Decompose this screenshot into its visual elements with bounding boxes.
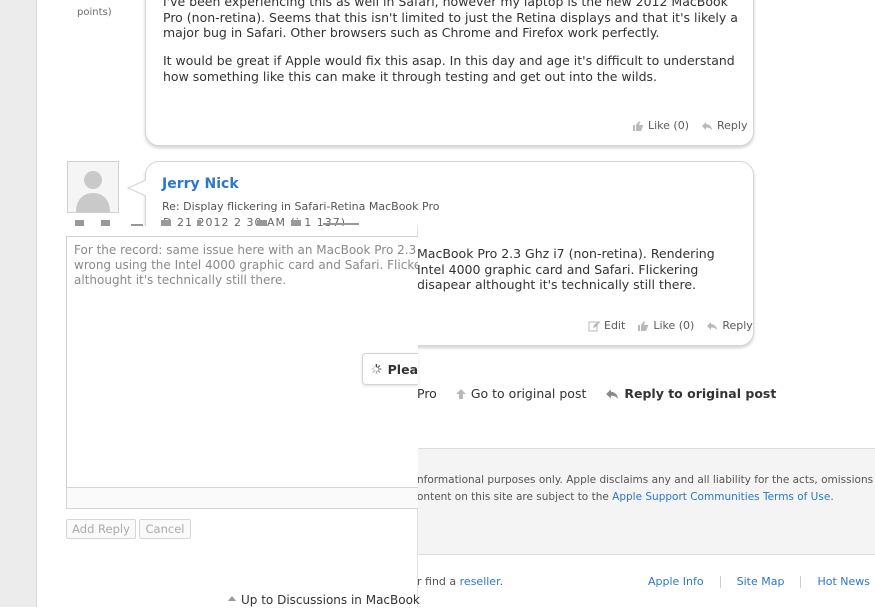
reply-subject: Re: Display flickering in Safari-Retina … — [162, 200, 440, 213]
reply-1-paragraph-2: It would be great if Apple would fix thi… — [163, 53, 735, 84]
default-avatar-icon — [76, 171, 110, 212]
arrow-up-icon — [455, 388, 466, 399]
like-label: Like (0) — [653, 319, 695, 332]
reply-2-actions: Edit Like (0) Reply — [588, 319, 753, 332]
edit-icon — [588, 320, 600, 331]
previous-link[interactable]: Pro — [417, 386, 437, 401]
reply-to-original-label: Reply to original post — [624, 386, 777, 401]
thread-navigation: Pro Go to original post Reply to origina… — [417, 386, 776, 401]
terms-suffix: . — [830, 491, 834, 503]
cancel-button[interactable]: Cancel — [139, 519, 191, 539]
reseller-link[interactable]: reseller — [460, 575, 500, 588]
author-name[interactable]: Jerry Nick — [162, 176, 239, 192]
reply-arrow-icon — [707, 321, 718, 330]
reply-1-actions: Like (0) Reply — [632, 119, 747, 132]
spinner-icon — [371, 363, 382, 375]
reply-1-paragraph-1: I've been experiencing this as well in S… — [163, 0, 738, 40]
reply-2-body: MacBook Pro 2.3 Ghz i7 (non-retina). Ren… — [417, 246, 715, 292]
loading-indicator: Plea — [362, 353, 418, 385]
reply-textarea-text: For the record: same issue here with an … — [74, 243, 418, 287]
reseller-suffix: . — [499, 575, 504, 588]
arrow-up-icon — [228, 596, 236, 601]
reply-arrow-icon — [702, 121, 713, 130]
add-reply-button[interactable]: Add Reply — [66, 519, 136, 539]
disclaimer-line-2: ontent on this site are subject to the — [417, 491, 613, 503]
reply-label: Reply — [722, 319, 753, 332]
footer-disclaimer: nformational purposes only. Apple discla… — [417, 472, 875, 506]
thumbs-up-icon — [638, 320, 649, 331]
up-to-discussions-link[interactable]: Up to Discussions in MacBook — [228, 593, 420, 607]
like-button[interactable]: Like (0) — [632, 119, 689, 132]
terms-of-use-link[interactable]: Apple Support Communities Terms of Use — [612, 491, 830, 503]
footer-link-apple-info[interactable]: Apple Info — [648, 575, 704, 588]
reply-button[interactable]: Reply — [701, 119, 747, 132]
editor-toolbar-fragment — [75, 220, 359, 226]
footer-link-hot-news[interactable]: Hot News — [817, 575, 870, 588]
go-to-original-label: Go to original post — [470, 386, 587, 401]
footer-links: Apple Info Site Map Hot News — [648, 575, 870, 588]
up-to-discussions-label: Up to Discussions in MacBook — [241, 593, 420, 607]
left-rail — [0, 0, 37, 607]
like-label: Like (0) — [648, 119, 690, 132]
reply-arrow-icon — [606, 388, 619, 399]
thumbs-up-icon — [633, 120, 643, 131]
author-points: points) — [77, 7, 112, 18]
avatar[interactable] — [67, 161, 119, 213]
reply-button[interactable]: Reply — [706, 319, 753, 332]
like-button[interactable]: Like (0) — [637, 319, 694, 332]
reseller-prefix: r find a — [417, 575, 460, 588]
speech-pointer — [126, 179, 147, 197]
edit-label: Edit — [604, 319, 626, 332]
footer-link-site-map[interactable]: Site Map — [737, 575, 785, 588]
reply-label: Reply — [717, 119, 748, 132]
disclaimer-line-1: nformational purposes only. Apple discla… — [417, 474, 875, 486]
editor-status-bar — [66, 487, 418, 509]
go-to-original-link[interactable]: Go to original post — [455, 386, 587, 401]
edit-button[interactable]: Edit — [588, 319, 625, 332]
loading-label: Plea — [387, 361, 418, 377]
reseller-text: r find a reseller. — [417, 575, 503, 588]
reply-to-original-link[interactable]: Reply to original post — [604, 386, 776, 401]
